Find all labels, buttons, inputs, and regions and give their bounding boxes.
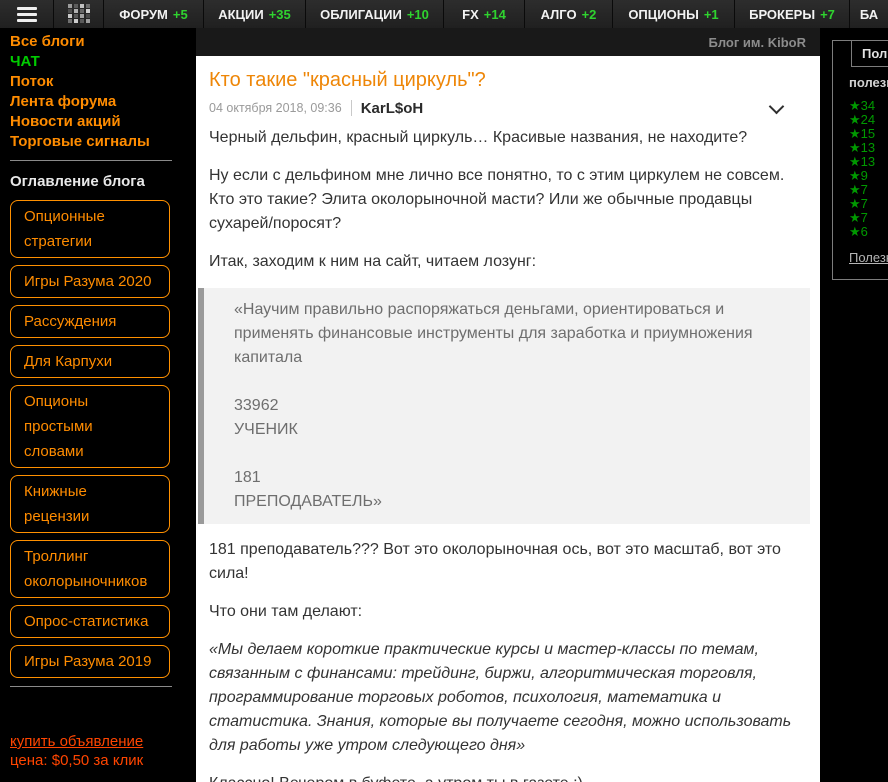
divider (10, 160, 172, 161)
toc-heading: Оглавление блога (10, 173, 145, 190)
sidebar-link-all-blogs[interactable]: Все блоги (10, 32, 196, 52)
toc-item-options-simple[interactable]: Опционы простыми словами (10, 385, 170, 468)
tab-stocks-label: АКЦИИ (218, 6, 264, 22)
tab-stocks-count: +35 (268, 6, 291, 22)
right-panel-subtitle: полезн (849, 75, 888, 90)
rating-item[interactable]: ★7 (849, 211, 888, 225)
logo-button[interactable] (53, 0, 103, 28)
menu-button[interactable] (0, 0, 53, 28)
tab-bonds[interactable]: ОБЛИГАЦИИ +10 (305, 0, 443, 28)
rating-item[interactable]: ★13 (849, 155, 888, 169)
sidebar-link-forum-feed[interactable]: Лента форума (10, 92, 196, 112)
main-content: Блог им. KiboR Кто такие "красный циркул… (196, 28, 820, 782)
rating-item[interactable]: ★24 (849, 113, 888, 127)
rating-item[interactable]: ★34 (849, 99, 888, 113)
meta-separator (350, 100, 352, 116)
toc-item-mind-games-2020[interactable]: Игры Разума 2020 (10, 265, 170, 298)
toc-item-reasoning[interactable]: Рассуждения (10, 305, 170, 338)
tab-options-count: +1 (703, 6, 719, 22)
post-meta: 04 октября 2018, 09:36 KarL$oH (209, 98, 794, 118)
sidebar-link-trade-signals[interactable]: Торговые сигналы (10, 132, 196, 152)
ad-block: купить объявление цена: $0,50 за клик на… (10, 733, 196, 782)
sidebar-link-stream[interactable]: Поток (10, 72, 196, 92)
chevron-down-icon[interactable] (768, 98, 785, 115)
paragraph-3: Итак, заходим к ним на сайт, читаем лозу… (209, 253, 537, 270)
tab-banks-cut[interactable]: БА (849, 0, 888, 28)
paragraph-5: Что они там делают: (209, 603, 363, 620)
toc-item-mind-games-2019[interactable]: Игры Разума 2019 (10, 645, 170, 678)
rating-item[interactable]: ★15 (849, 127, 888, 141)
page: ФОРУМ +5 АКЦИИ +35 ОБЛИГАЦИИ +10 FX +14 АЛГО… (0, 0, 888, 782)
right-panel: Пол полезн ★34 ★24 ★15 ★13 ★13 ★9 ★7 ★7 … (832, 40, 888, 280)
tab-options-label: ОПЦИОНЫ (628, 6, 699, 22)
divider (10, 686, 172, 687)
toc-item-poll-stats[interactable]: Опрос-статистика (10, 605, 170, 638)
rating-item[interactable]: ★7 (849, 183, 888, 197)
blog-header-bar: Блог им. KiboR (196, 28, 820, 56)
post-author[interactable]: KarL$oH (361, 100, 424, 117)
blockquote: «Научим правильно распоряжаться деньгами… (198, 288, 810, 524)
paragraph-7: Классно! Вечером в буфете, а утром ты в … (209, 772, 794, 782)
sidebar: Все блоги ЧАТ Поток Лента форума Новости… (0, 28, 196, 782)
tab-forum[interactable]: ФОРУМ +5 (103, 0, 203, 28)
toc-item-option-strategies[interactable]: Опционные стратегии (10, 200, 170, 258)
tab-bonds-label: ОБЛИГАЦИИ (320, 6, 402, 22)
toc-item-trolling[interactable]: Троллинг околорыночников (10, 540, 170, 598)
post-date: 04 октября 2018, 09:36 (209, 101, 342, 115)
tab-options[interactable]: ОПЦИОНЫ +1 (612, 0, 734, 28)
sidebar-link-stock-news[interactable]: Новости акций (10, 112, 196, 132)
buy-ad-link[interactable]: купить объявление (10, 733, 196, 750)
tab-stocks[interactable]: АКЦИИ +35 (203, 0, 305, 28)
pixel-logo-icon (67, 4, 90, 23)
right-panel-link[interactable]: Полезн (849, 250, 888, 265)
paragraph-4: 181 преподаватель??? Вот это околорыночн… (209, 541, 781, 582)
right-panel-body: полезн ★34 ★24 ★15 ★13 ★13 ★9 ★7 ★7 ★7 ★… (833, 67, 888, 265)
toc-item-for-karpukha[interactable]: Для Карпухи (10, 345, 170, 378)
tab-fx-count: +14 (483, 6, 506, 22)
tab-algo-count: +2 (581, 6, 597, 22)
right-panel-tab[interactable]: Пол (851, 41, 888, 67)
rating-item[interactable]: ★13 (849, 141, 888, 155)
tab-brokers-count: +7 (820, 6, 835, 22)
tab-fx[interactable]: FX +14 (443, 0, 524, 28)
tab-forum-count: +5 (172, 6, 188, 22)
rating-item[interactable]: ★9 (849, 169, 888, 183)
ad-price: цена: $0,50 за клик (10, 752, 144, 769)
paragraph-2: Ну если с дельфином мне лично все понятн… (209, 167, 785, 232)
article: Кто такие "красный циркуль"? 04 октября … (196, 56, 820, 782)
post-title[interactable]: Кто такие "красный циркуль"? (209, 68, 794, 92)
paragraph-1: Черный дельфин, красный циркуль… Красивы… (209, 129, 748, 146)
tab-brokers-label: БРОКЕРЫ (749, 6, 816, 22)
tab-forum-label: ФОРУМ (119, 6, 168, 22)
top-nav: ФОРУМ +5 АКЦИИ +35 ОБЛИГАЦИИ +10 FX +14 АЛГО… (0, 0, 888, 28)
rating-list: ★34 ★24 ★15 ★13 ★13 ★9 ★7 ★7 ★7 ★6 (849, 99, 888, 239)
tab-banks-label: БА (859, 6, 879, 22)
rating-item[interactable]: ★7 (849, 197, 888, 211)
tab-bonds-count: +10 (406, 6, 429, 22)
paragraph-6-italic: «Мы делаем короткие практические курсы и… (209, 641, 792, 754)
tab-fx-label: FX (462, 6, 479, 22)
tab-algo[interactable]: АЛГО +2 (524, 0, 612, 28)
rating-item[interactable]: ★6 (849, 225, 888, 239)
tab-brokers[interactable]: БРОКЕРЫ +7 (734, 0, 849, 28)
hamburger-icon (16, 6, 37, 22)
tab-algo-label: АЛГО (540, 6, 577, 22)
blog-name[interactable]: Блог им. KiboR (709, 35, 807, 50)
sidebar-link-chat[interactable]: ЧАТ (10, 52, 196, 72)
toc-item-book-reviews[interactable]: Книжные рецензии (10, 475, 170, 533)
